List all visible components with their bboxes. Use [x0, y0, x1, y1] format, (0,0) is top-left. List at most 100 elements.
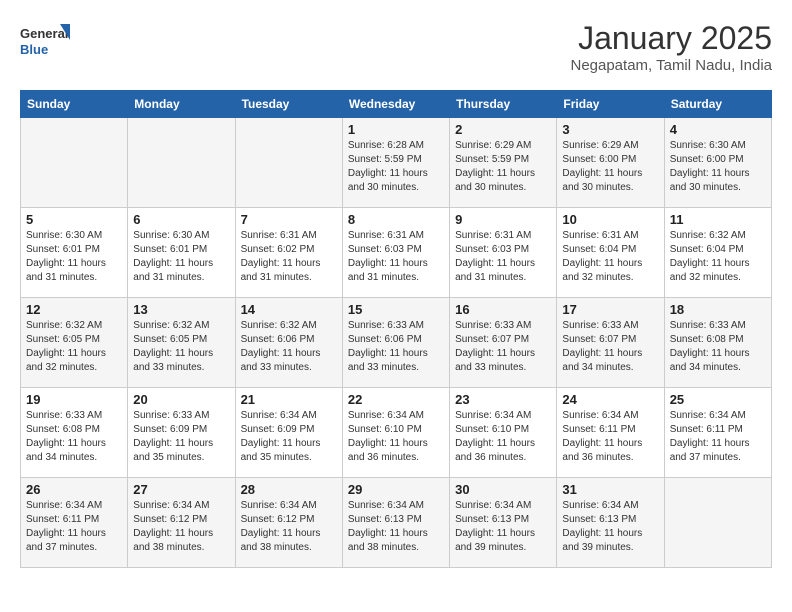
logo: General Blue: [20, 20, 70, 64]
day-info: Sunrise: 6:29 AMSunset: 6:00 PMDaylight:…: [562, 139, 658, 195]
svg-text:General: General: [20, 26, 68, 41]
weekday-header-thursday: Thursday: [450, 91, 557, 118]
calendar-day-cell: 25 Sunrise: 6:34 AMSunset: 6:11 PMDayligh…: [664, 388, 771, 478]
day-info: Sunrise: 6:33 AMSunset: 6:08 PMDaylight:…: [26, 409, 122, 465]
calendar-day-cell: 12Sunrise: 6:32 AMSunset: 6:05 PMDayligh…: [21, 298, 128, 388]
empty-day-cell: [128, 118, 235, 208]
calendar-day-cell: 10 Sunrise: 6:31 AMSunset: 6:04 PMDayligh…: [557, 208, 664, 298]
day-info: Sunrise: 6:30 AMSunset: 6:00 PMDaylight:…: [670, 139, 766, 195]
day-info: Sunrise: 6:34 AMSunset: 6:11 PMDaylight:…: [670, 409, 766, 465]
day-number: 10: [562, 212, 658, 227]
calendar-day-cell: 7Sunrise: 6:31 AMSunset: 6:02 PMDaylight…: [235, 208, 342, 298]
day-number: 13: [133, 302, 229, 317]
calendar-day-cell: 17 Sunrise: 6:33 AMSunset: 6:07 PMDayligh…: [557, 298, 664, 388]
calendar-day-cell: 2 Sunrise: 6:29 AMSunset: 5:59 PMDaylight…: [450, 118, 557, 208]
day-info: Sunrise: 6:34 AMSunset: 6:10 PMDaylight:…: [455, 409, 551, 465]
location-subtitle: Negapatam, Tamil Nadu, India: [570, 57, 772, 74]
day-info: Sunrise: 6:33 AMSunset: 6:06 PMDaylight:…: [348, 319, 444, 375]
calendar-day-cell: 28 Sunrise: 6:34 AMSunset: 6:12 PMDayligh…: [235, 478, 342, 568]
day-number: 15: [348, 302, 444, 317]
day-number: 6: [133, 212, 229, 227]
calendar-day-cell: 18Sunrise: 6:33 AMSunset: 6:08 PMDayligh…: [664, 298, 771, 388]
calendar-day-cell: 8 Sunrise: 6:31 AMSunset: 6:03 PMDaylight…: [342, 208, 449, 298]
day-number: 25: [670, 392, 766, 407]
day-info: Sunrise: 6:34 AMSunset: 6:09 PMDaylight:…: [241, 409, 337, 465]
day-number: 21: [241, 392, 337, 407]
day-number: 16: [455, 302, 551, 317]
day-number: 9: [455, 212, 551, 227]
day-number: 18: [670, 302, 766, 317]
calendar-day-cell: 22Sunrise: 6:34 AMSunset: 6:10 PMDayligh…: [342, 388, 449, 478]
day-info: Sunrise: 6:32 AMSunset: 6:05 PMDaylight:…: [26, 319, 122, 375]
day-number: 28: [241, 482, 337, 497]
day-info: Sunrise: 6:31 AMSunset: 6:03 PMDaylight:…: [455, 229, 551, 285]
calendar-day-cell: 19Sunrise: 6:33 AMSunset: 6:08 PMDayligh…: [21, 388, 128, 478]
calendar-day-cell: 5Sunrise: 6:30 AMSunset: 6:01 PMDaylight…: [21, 208, 128, 298]
day-info: Sunrise: 6:32 AMSunset: 6:05 PMDaylight:…: [133, 319, 229, 375]
day-info: Sunrise: 6:31 AMSunset: 6:04 PMDaylight:…: [562, 229, 658, 285]
day-number: 24: [562, 392, 658, 407]
calendar-day-cell: 26Sunrise: 6:34 AMSunset: 6:11 PMDayligh…: [21, 478, 128, 568]
calendar-day-cell: 21 Sunrise: 6:34 AMSunset: 6:09 PMDayligh…: [235, 388, 342, 478]
day-number: 17: [562, 302, 658, 317]
day-number: 4: [670, 122, 766, 137]
day-info: Sunrise: 6:31 AMSunset: 6:03 PMDaylight:…: [348, 229, 444, 285]
logo-svg: General Blue: [20, 20, 70, 64]
day-number: 3: [562, 122, 658, 137]
day-info: Sunrise: 6:32 AMSunset: 6:04 PMDaylight:…: [670, 229, 766, 285]
calendar-day-cell: 24 Sunrise: 6:34 AMSunset: 6:11 PMDayligh…: [557, 388, 664, 478]
month-title: January 2025: [570, 20, 772, 57]
day-number: 2: [455, 122, 551, 137]
calendar-day-cell: 9 Sunrise: 6:31 AMSunset: 6:03 PMDaylight…: [450, 208, 557, 298]
day-info: Sunrise: 6:33 AMSunset: 6:07 PMDaylight:…: [562, 319, 658, 375]
calendar-day-cell: 23 Sunrise: 6:34 AMSunset: 6:10 PMDayligh…: [450, 388, 557, 478]
day-info: Sunrise: 6:34 AMSunset: 6:13 PMDaylight:…: [348, 499, 444, 555]
calendar-day-cell: 27Sunrise: 6:34 AMSunset: 6:12 PMDayligh…: [128, 478, 235, 568]
day-number: 11: [670, 212, 766, 227]
calendar-day-cell: 15 Sunrise: 6:33 AMSunset: 6:06 PMDayligh…: [342, 298, 449, 388]
calendar-day-cell: 31 Sunrise: 6:34 AMSunset: 6:13 PMDayligh…: [557, 478, 664, 568]
calendar-week-row: 5Sunrise: 6:30 AMSunset: 6:01 PMDaylight…: [21, 208, 772, 298]
calendar-day-cell: 16 Sunrise: 6:33 AMSunset: 6:07 PMDayligh…: [450, 298, 557, 388]
day-info: Sunrise: 6:30 AMSunset: 6:01 PMDaylight:…: [133, 229, 229, 285]
empty-day-cell: [21, 118, 128, 208]
calendar-day-cell: 20 Sunrise: 6:33 AMSunset: 6:09 PMDayligh…: [128, 388, 235, 478]
calendar-week-row: 1Sunrise: 6:28 AMSunset: 5:59 PMDaylight…: [21, 118, 772, 208]
day-number: 31: [562, 482, 658, 497]
day-number: 8: [348, 212, 444, 227]
day-info: Sunrise: 6:32 AMSunset: 6:06 PMDaylight:…: [241, 319, 337, 375]
calendar-day-cell: 1Sunrise: 6:28 AMSunset: 5:59 PMDaylight…: [342, 118, 449, 208]
svg-text:Blue: Blue: [20, 42, 48, 57]
day-number: 22: [348, 392, 444, 407]
day-number: 29: [348, 482, 444, 497]
empty-day-cell: [664, 478, 771, 568]
day-number: 7: [241, 212, 337, 227]
day-number: 30: [455, 482, 551, 497]
weekday-header-wednesday: Wednesday: [342, 91, 449, 118]
day-info: Sunrise: 6:28 AMSunset: 5:59 PMDaylight:…: [348, 139, 444, 195]
calendar-day-cell: 11 Sunrise: 6:32 AMSunset: 6:04 PMDayligh…: [664, 208, 771, 298]
weekday-header-saturday: Saturday: [664, 91, 771, 118]
weekday-header-sunday: Sunday: [21, 91, 128, 118]
empty-day-cell: [235, 118, 342, 208]
day-info: Sunrise: 6:33 AMSunset: 6:07 PMDaylight:…: [455, 319, 551, 375]
day-info: Sunrise: 6:29 AMSunset: 5:59 PMDaylight:…: [455, 139, 551, 195]
calendar-day-cell: 30 Sunrise: 6:34 AMSunset: 6:13 PMDayligh…: [450, 478, 557, 568]
day-info: Sunrise: 6:34 AMSunset: 6:13 PMDaylight:…: [562, 499, 658, 555]
day-info: Sunrise: 6:34 AMSunset: 6:11 PMDaylight:…: [562, 409, 658, 465]
day-info: Sunrise: 6:34 AMSunset: 6:12 PMDaylight:…: [241, 499, 337, 555]
day-number: 23: [455, 392, 551, 407]
day-number: 20: [133, 392, 229, 407]
day-number: 14: [241, 302, 337, 317]
calendar-week-row: 26Sunrise: 6:34 AMSunset: 6:11 PMDayligh…: [21, 478, 772, 568]
weekday-header-monday: Monday: [128, 91, 235, 118]
calendar-day-cell: 6 Sunrise: 6:30 AMSunset: 6:01 PMDaylight…: [128, 208, 235, 298]
day-number: 26: [26, 482, 122, 497]
calendar-day-cell: 13 Sunrise: 6:32 AMSunset: 6:05 PMDayligh…: [128, 298, 235, 388]
page-header: General Blue January 2025 Negapatam, Tam…: [20, 20, 772, 74]
calendar-day-cell: 3 Sunrise: 6:29 AMSunset: 6:00 PMDaylight…: [557, 118, 664, 208]
day-info: Sunrise: 6:34 AMSunset: 6:13 PMDaylight:…: [455, 499, 551, 555]
weekday-header-row: SundayMondayTuesdayWednesdayThursdayFrid…: [21, 91, 772, 118]
day-info: Sunrise: 6:33 AMSunset: 6:09 PMDaylight:…: [133, 409, 229, 465]
calendar-week-row: 19Sunrise: 6:33 AMSunset: 6:08 PMDayligh…: [21, 388, 772, 478]
